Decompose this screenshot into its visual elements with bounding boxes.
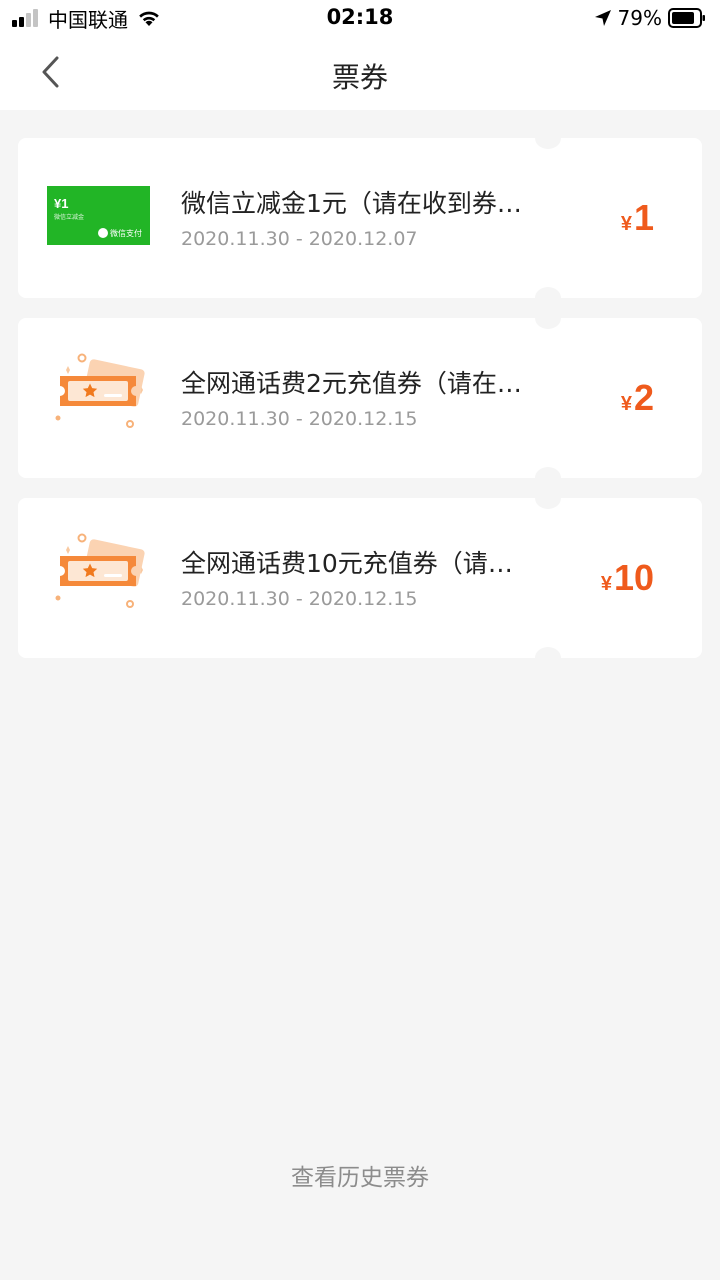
battery-percent: 79% <box>617 6 662 30</box>
status-bar: 中国联通 02:18 79% <box>0 0 720 36</box>
navigation-bar: 票券 <box>0 36 720 110</box>
coupon-price: ¥1 <box>534 196 654 248</box>
coupon-amount: 1 <box>633 197 654 238</box>
coupon-date: 2020.11.30 - 2020.12.15 <box>181 408 418 430</box>
currency-symbol: ¥ <box>620 213 632 235</box>
ticket-star-icon <box>55 533 145 608</box>
coupon-date: 2020.11.30 - 2020.12.07 <box>181 228 418 250</box>
coupon-title: 微信立减金1元（请在收到券… <box>181 189 522 218</box>
coupon-card[interactable]: 全网通话费2元充值券（请在… 2020.11.30 - 2020.12.15 ¥… <box>18 307 702 489</box>
battery-icon <box>668 8 705 28</box>
coupon-title: 全网通话费2元充值券（请在… <box>181 369 522 398</box>
view-history-coupons-link[interactable]: 查看历史票券 <box>0 1158 720 1192</box>
svg-text:微信支付: 微信支付 <box>110 228 142 238</box>
location-arrow-icon <box>594 10 611 26</box>
svg-text:微信立减金: 微信立减金 <box>54 213 84 221</box>
wechat-pay-card-icon: ¥1 微信立减金 微信支付 <box>47 186 150 245</box>
coupon-date: 2020.11.30 - 2020.12.15 <box>181 588 418 610</box>
svg-text:¥1: ¥1 <box>54 196 68 211</box>
coupon-price: ¥10 <box>534 556 654 608</box>
status-right: 79% <box>594 6 706 30</box>
ticket-star-icon <box>55 353 145 428</box>
coupon-price: ¥2 <box>534 376 654 428</box>
coupon-amount: 10 <box>613 557 654 598</box>
coupon-card[interactable]: 全网通话费10元充值券（请… 2020.11.30 - 2020.12.15 ¥… <box>18 487 702 669</box>
currency-symbol: ¥ <box>620 393 632 415</box>
page-title: 票券 <box>331 61 388 94</box>
coupon-amount: 2 <box>633 377 654 418</box>
currency-symbol: ¥ <box>600 573 612 595</box>
coupon-card[interactable]: ¥1 微信立减金 微信支付 微信立减金1元（请在收到券… 2020.11.30 … <box>18 127 702 309</box>
coupon-title: 全网通话费10元充值券（请… <box>181 549 513 578</box>
